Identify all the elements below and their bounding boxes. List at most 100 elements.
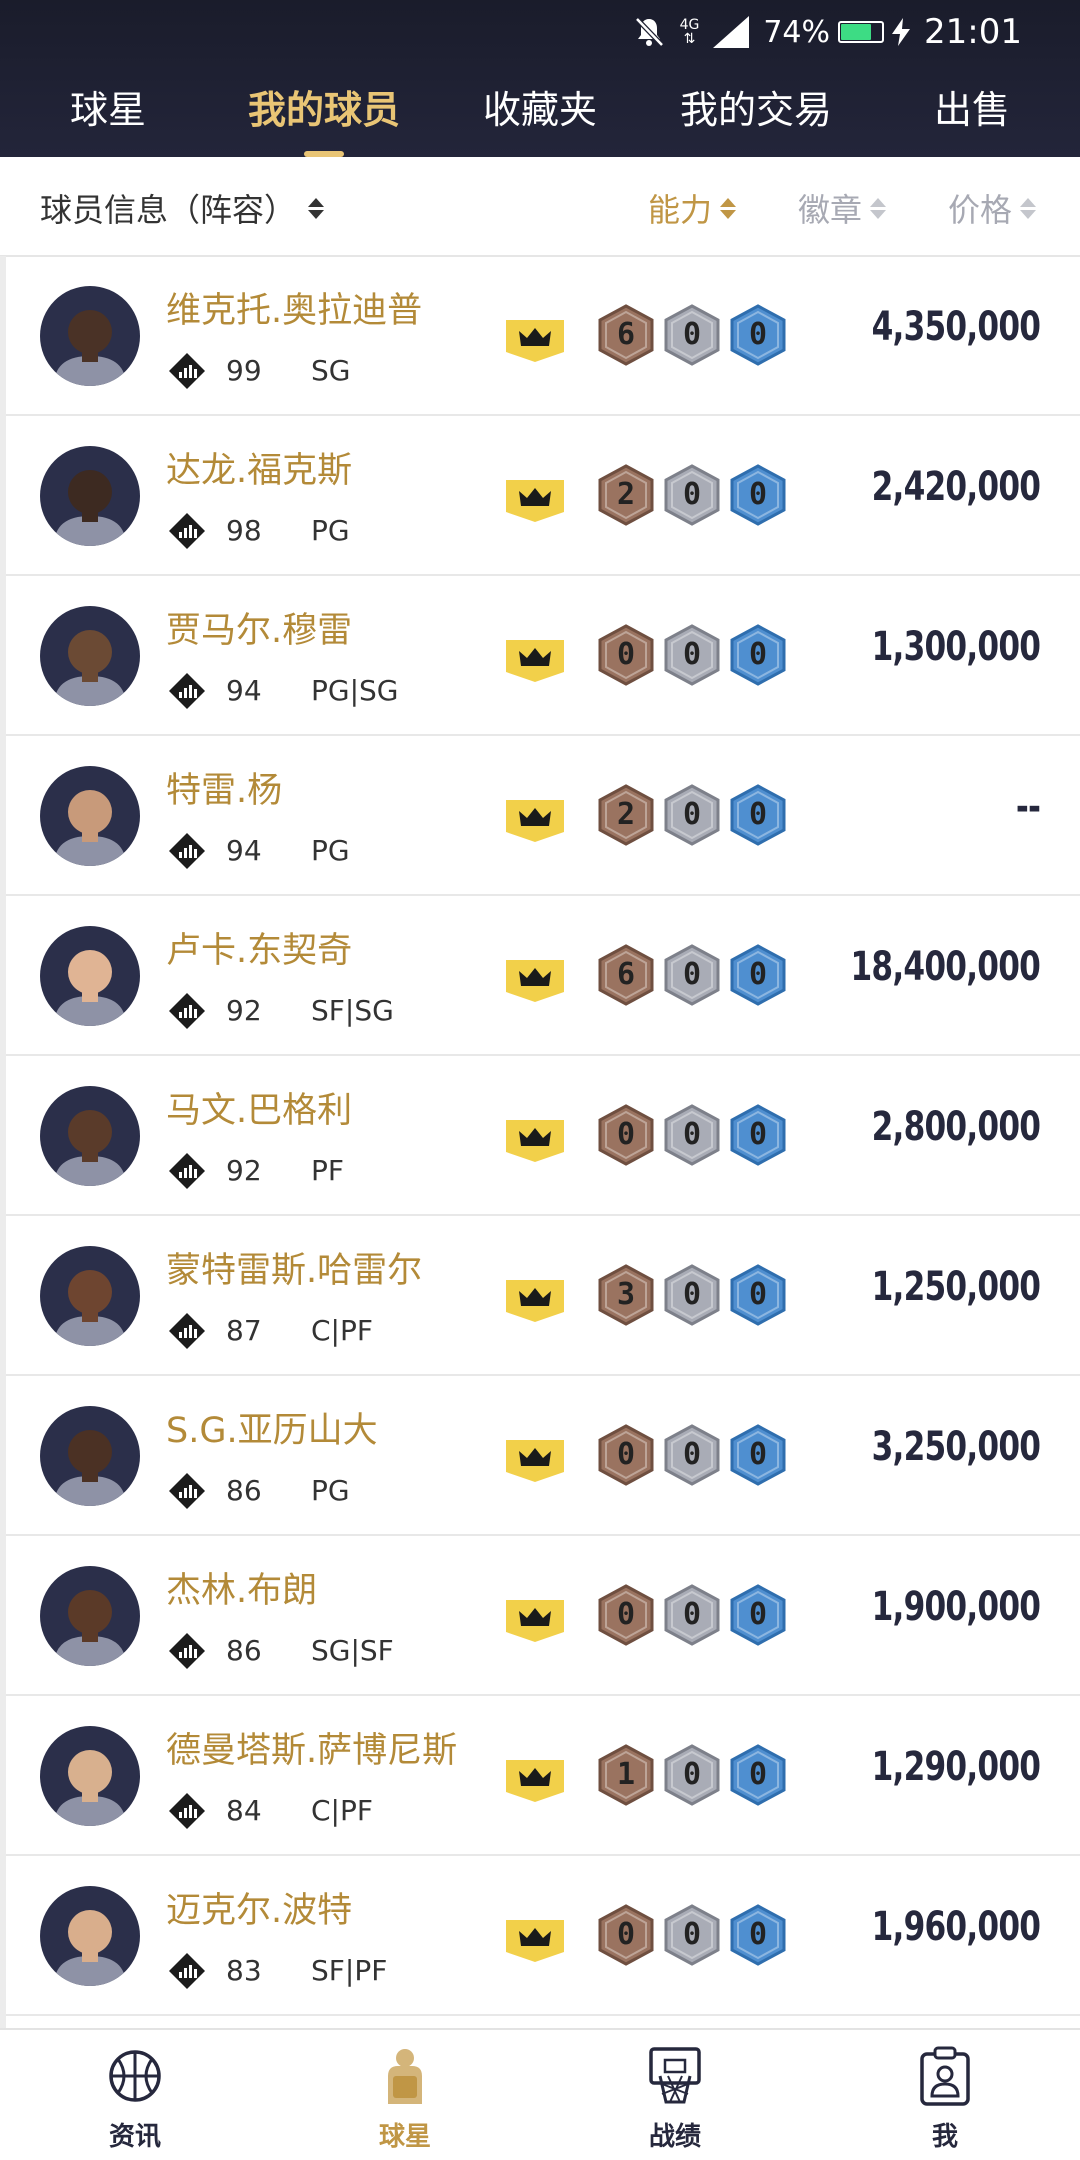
- crown-badge-icon: [506, 320, 564, 362]
- nav-news-label: 资讯: [108, 2122, 161, 2152]
- player-price: 1,290,000: [871, 1744, 1040, 1790]
- player-price: 4,350,000: [871, 304, 1040, 350]
- top-tabs: 球星 我的球员 收藏夹 我的交易 出售: [0, 64, 1080, 157]
- bronze-badge-count: 0: [598, 1104, 654, 1166]
- player-avatar: [40, 1086, 140, 1186]
- battery-level-fill: [841, 24, 872, 40]
- rating-icon: [169, 513, 205, 549]
- player-avatar: [40, 1406, 140, 1506]
- crown-badge-icon: [506, 480, 564, 522]
- app-root: 4G ⇅ 74% 21:01 球星 我的球员 收藏夹 我的交易 出售 球员信息（…: [0, 0, 1080, 2160]
- silver-badge-count: 0: [664, 624, 720, 686]
- player-rating: 83: [226, 1954, 262, 1987]
- player-price: 1,960,000: [871, 1904, 1040, 1950]
- sort-ability[interactable]: 能力: [648, 185, 737, 231]
- badge-counts: 200: [598, 784, 786, 846]
- tab-stars[interactable]: 球星: [0, 64, 216, 157]
- badge-counts: 100: [598, 1744, 786, 1806]
- player-row[interactable]: 迈克尔.波特 83 SF|PF 0 0 0 1,960,000: [6, 1856, 1080, 2016]
- player-position: SG|SF: [311, 1634, 394, 1667]
- battery-indicator: 74%: [763, 15, 911, 50]
- top-header: 4G ⇅ 74% 21:01 球星 我的球员 收藏夹 我的交易 出售: [0, 0, 1080, 157]
- rating-icon: [169, 993, 205, 1029]
- rating-icon: [169, 1153, 205, 1189]
- crown-badge-icon: [506, 1120, 564, 1162]
- badge-counts: 600: [598, 304, 786, 366]
- silver-badge-count: 0: [664, 304, 720, 366]
- gold-badge-count: 0: [730, 1584, 786, 1646]
- player-name: 杰林.布朗: [166, 1571, 318, 1611]
- gold-badge-count: 0: [730, 304, 786, 366]
- nav-stars[interactable]: 球星: [270, 2030, 540, 2160]
- rating-icon: [169, 833, 205, 869]
- silver-badge-count: 0: [664, 784, 720, 846]
- player-row[interactable]: 蒙特雷斯.哈雷尔 87 C|PF 3 0 0 1,250,000: [6, 1216, 1080, 1376]
- player-name: 贾马尔.穆雷: [166, 611, 353, 651]
- player-row[interactable]: 德曼塔斯.萨博尼斯 84 C|PF 1 0 0 1,290,000: [6, 1696, 1080, 1856]
- badge-counts: 000: [598, 1104, 786, 1166]
- bronze-badge-count: 0: [598, 624, 654, 686]
- player-avatar: [40, 926, 140, 1026]
- crown-badge-icon: [506, 1440, 564, 1482]
- gold-badge-count: 0: [730, 944, 786, 1006]
- rating-icon: [169, 1793, 205, 1829]
- player-row[interactable]: 特雷.杨 94 PG 2 0 0 --: [6, 736, 1080, 896]
- tab-favorites[interactable]: 收藏夹: [432, 64, 648, 157]
- gold-badge-count: 0: [730, 1744, 786, 1806]
- player-row[interactable]: 杰林.布朗 86 SG|SF 0 0 0 1,900,000: [6, 1536, 1080, 1696]
- player-row[interactable]: 达龙.福克斯 98 PG 2 0 0 2,420,000: [6, 416, 1080, 576]
- nav-news[interactable]: 资讯: [0, 2030, 270, 2160]
- player-name: 迈克尔.波特: [166, 1891, 353, 1931]
- nav-me[interactable]: 我: [810, 2030, 1080, 2160]
- player-rating: 94: [226, 834, 262, 867]
- crown-badge-icon: [506, 1280, 564, 1322]
- sort-badges[interactable]: 徽章: [798, 185, 887, 231]
- badge-counts: 300: [598, 1264, 786, 1326]
- player-row[interactable]: 贾马尔.穆雷 94 PG|SG 0 0 0 1,300,000: [6, 576, 1080, 736]
- player-price: 18,400,000: [850, 944, 1040, 990]
- crown-badge-icon: [506, 1920, 564, 1962]
- sort-price[interactable]: 价格: [948, 185, 1037, 231]
- basketball-icon: [109, 2050, 161, 2102]
- player-price: 3,250,000: [871, 1424, 1040, 1470]
- sort-badges-label: 徽章: [798, 191, 863, 229]
- player-name: 德曼塔斯.萨博尼斯: [166, 1731, 458, 1771]
- player-rating: 86: [226, 1474, 262, 1507]
- crown-badge-icon: [506, 800, 564, 842]
- player-row[interactable]: 马文.巴格利 92 PF 0 0 0 2,800,000: [6, 1056, 1080, 1216]
- bronze-badge-count: 2: [598, 784, 654, 846]
- sort-price-label: 价格: [948, 191, 1013, 229]
- sort-ability-label: 能力: [648, 191, 713, 229]
- player-position: C|PF: [311, 1794, 373, 1827]
- battery-icon: [838, 21, 885, 43]
- bronze-badge-count: 0: [598, 1584, 654, 1646]
- player-name: 维克托.奥拉迪普: [166, 291, 423, 331]
- bronze-badge-count: 0: [598, 1904, 654, 1966]
- gold-badge-count: 0: [730, 624, 786, 686]
- player-rating: 99: [226, 354, 262, 387]
- nav-me-label: 我: [931, 2122, 958, 2152]
- player-row[interactable]: 维克托.奥拉迪普 99 SG 6 0 0 4,350,000: [6, 256, 1080, 416]
- silver-badge-count: 0: [664, 1584, 720, 1646]
- gold-badge-count: 0: [730, 464, 786, 526]
- tab-my-trades[interactable]: 我的交易: [648, 64, 864, 157]
- player-rating: 98: [226, 514, 262, 547]
- silver-badge-count: 0: [664, 1104, 720, 1166]
- rating-icon: [169, 1313, 205, 1349]
- bronze-badge-count: 3: [598, 1264, 654, 1326]
- nav-record[interactable]: 战绩: [540, 2030, 810, 2160]
- player-row[interactable]: S.G.亚历山大 86 PG 0 0 0 3,250,000: [6, 1376, 1080, 1536]
- player-name: 马文.巴格利: [166, 1091, 353, 1131]
- player-avatar: [40, 766, 140, 866]
- tab-my-players[interactable]: 我的球员: [216, 64, 432, 157]
- signal-strength-icon: [713, 16, 750, 48]
- player-row[interactable]: 卢卡.东契奇 92 SF|SG 6 0 0 18,400,000: [6, 896, 1080, 1056]
- tab-sell[interactable]: 出售: [864, 64, 1080, 157]
- bronze-badge-count: 1: [598, 1744, 654, 1806]
- player-name: 蒙特雷斯.哈雷尔: [166, 1251, 423, 1291]
- sort-player-info[interactable]: 球员信息（阵容）: [40, 185, 325, 231]
- crown-badge-icon: [506, 1600, 564, 1642]
- player-position: C|PF: [311, 1314, 373, 1347]
- player-rating: 87: [226, 1314, 262, 1347]
- nav-record-label: 战绩: [648, 2122, 701, 2152]
